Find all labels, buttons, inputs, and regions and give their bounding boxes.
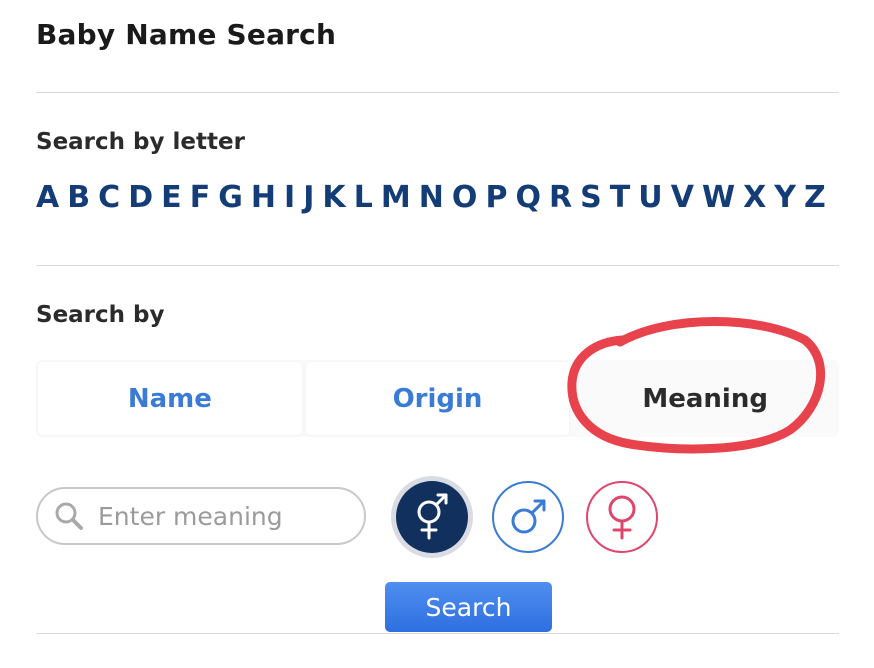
divider xyxy=(36,633,839,634)
letter-link[interactable]: L xyxy=(354,180,373,215)
letter-link[interactable]: Y xyxy=(774,180,796,215)
letter-link[interactable]: N xyxy=(419,180,444,215)
letter-link[interactable]: W xyxy=(702,180,735,215)
gender-male-button[interactable] xyxy=(492,481,564,553)
female-icon xyxy=(608,495,636,540)
search-icon xyxy=(55,502,83,530)
letter-link[interactable]: T xyxy=(610,180,630,215)
letter-link[interactable]: S xyxy=(580,180,602,215)
letter-section-label: Search by letter xyxy=(36,129,245,155)
baby-name-search-widget: Baby Name Search Search by letter A B C … xyxy=(0,0,874,668)
gender-female-button[interactable] xyxy=(586,481,658,553)
letter-link[interactable]: H xyxy=(251,180,276,215)
tab-meaning[interactable]: Meaning xyxy=(573,362,837,435)
letter-link[interactable]: O xyxy=(452,180,478,215)
male-icon xyxy=(511,499,546,534)
divider xyxy=(36,92,839,93)
letter-link[interactable]: G xyxy=(218,180,243,215)
letter-list: A B C D E F G H I J K L M N O P Q R S T … xyxy=(36,180,826,215)
divider xyxy=(36,265,839,266)
meaning-search-input[interactable] xyxy=(96,500,340,532)
meaning-search-field[interactable] xyxy=(36,487,366,545)
letter-link[interactable]: U xyxy=(638,180,662,215)
letter-link[interactable]: F xyxy=(190,180,211,215)
search-by-tabs: Name Origin Meaning xyxy=(36,360,839,437)
letter-link[interactable]: E xyxy=(161,180,182,215)
gender-both-icon xyxy=(417,493,448,540)
letter-link[interactable]: Q xyxy=(515,180,541,215)
letter-link[interactable]: C xyxy=(98,180,120,215)
letter-link[interactable]: I xyxy=(284,180,295,215)
search-button[interactable]: Search xyxy=(385,582,552,632)
tab-origin[interactable]: Origin xyxy=(305,362,570,435)
page-title: Baby Name Search xyxy=(36,18,337,51)
letter-link[interactable]: V xyxy=(671,180,694,215)
letter-link[interactable]: D xyxy=(128,180,153,215)
letter-link[interactable]: M xyxy=(381,180,411,215)
letter-link[interactable]: R xyxy=(549,180,572,215)
letter-link[interactable]: B xyxy=(67,180,90,215)
letter-link[interactable]: J xyxy=(303,180,314,215)
gender-both-button[interactable] xyxy=(396,481,468,553)
letter-link[interactable]: P xyxy=(485,180,507,215)
letter-link[interactable]: Z xyxy=(804,180,826,215)
letter-link[interactable]: K xyxy=(322,180,345,215)
search-by-label: Search by xyxy=(36,302,165,328)
letter-link[interactable]: A xyxy=(36,180,59,215)
tab-name[interactable]: Name xyxy=(38,362,302,435)
letter-link[interactable]: X xyxy=(743,180,766,215)
